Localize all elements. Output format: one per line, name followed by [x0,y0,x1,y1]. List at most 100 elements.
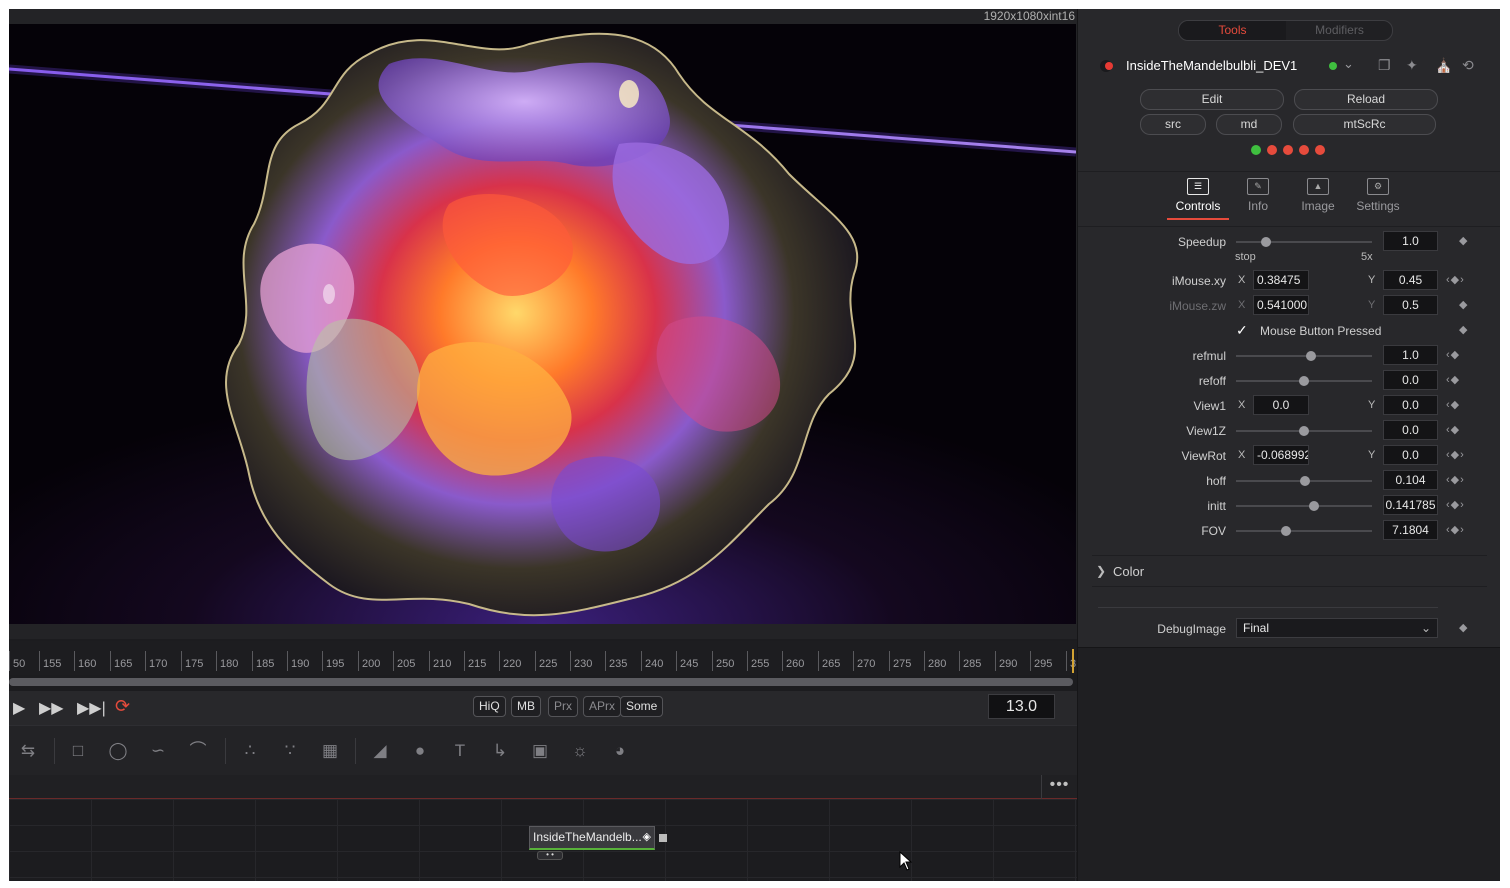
node-editor[interactable]: InsideTheMandelb... ◈ • • [9,799,1077,881]
chevron-right-icon[interactable]: ❯ [1096,564,1106,578]
play-icon[interactable]: ▶ [13,698,25,718]
mouse-button-checkbox[interactable]: ✓ [1236,323,1250,337]
tab-tools[interactable]: Tools [1179,21,1286,40]
src-button[interactable]: src [1140,114,1206,135]
fov-knob[interactable] [1281,526,1292,536]
edit-button[interactable]: Edit [1140,89,1284,110]
keyframe-nav-icon[interactable]: ‹◆› [1446,473,1465,486]
imouse-y-field[interactable]: 0.45 [1383,270,1438,290]
tool-color-indicator[interactable] [1329,62,1337,70]
node-input-port[interactable]: • • [537,851,563,860]
imouse-z-field[interactable]: 0.541000 [1253,295,1309,315]
polygon-mask-icon[interactable]: ∽ [145,740,171,762]
fov-value[interactable]: 7.1804 [1383,520,1438,540]
md-button[interactable]: md [1216,114,1282,135]
tab-info[interactable]: ✎ Info [1228,178,1288,213]
renderer-3d-icon[interactable]: ◕ [607,740,633,762]
node-output-port[interactable] [659,834,667,842]
spot-light-icon[interactable]: ☼ [567,740,593,762]
camera-3d-icon[interactable]: ▣ [527,740,553,762]
keyframe-icon[interactable]: ◆ [1459,621,1468,634]
aprx-toggle[interactable]: APrx [583,696,622,717]
some-toggle[interactable]: Some [620,696,664,717]
view1-y-field[interactable]: 0.0 [1383,395,1438,415]
pin-icon[interactable]: ✦ [1406,57,1418,74]
tab-image[interactable]: ▲ Image [1288,178,1348,213]
node-insidethemandelbulb[interactable]: InsideTheMandelb... ◈ [529,826,655,850]
timeline-ruler[interactable]: 50 155 160 165 170 175 180 185 190 195 2… [9,641,1077,675]
keyframe-icon[interactable]: ◆ [1459,323,1468,336]
chevron-down-icon[interactable]: ⌄ [1343,56,1354,72]
refmul-value[interactable]: 1.0 [1383,345,1438,365]
mtscrc-button[interactable]: mtScRc [1293,114,1436,135]
merge-3d-icon[interactable]: ↳ [487,740,513,762]
bspline-mask-icon[interactable]: ⌒ [185,740,211,762]
keyframe-nav-icon[interactable]: ‹◆ [1446,348,1460,361]
view1z-value[interactable]: 0.0 [1383,420,1438,440]
more-options-icon[interactable]: ••• [1041,775,1077,799]
speedup-slider[interactable] [1236,237,1372,247]
keyframe-icon[interactable]: ◆ [1459,234,1468,247]
current-frame-field[interactable]: 13.0 [988,694,1055,719]
rectangle-mask-icon[interactable]: □ [65,740,91,762]
viewer-render-image[interactable] [9,24,1076,624]
mb-toggle[interactable]: MB [511,696,541,717]
speedup-knob[interactable] [1260,237,1271,247]
prx-toggle[interactable]: Prx [548,696,578,717]
hoff-slider[interactable] [1236,476,1372,486]
keyframe-nav-icon[interactable]: ‹◆ [1446,423,1460,436]
text-3d-icon[interactable]: T [447,740,473,762]
refmul-knob[interactable] [1305,351,1316,361]
particle-emitter-icon[interactable]: ∴ [237,740,263,762]
lock-icon[interactable]: ⛪ [1435,57,1452,74]
imouse-x-field[interactable]: 0.38475 [1253,270,1309,290]
tool-enable-toggle[interactable] [1100,60,1113,72]
hoff-knob[interactable] [1300,476,1311,486]
view1z-knob[interactable] [1299,426,1309,436]
image-plane-3d-icon[interactable]: ◢ [367,740,393,762]
keyframe-nav-icon[interactable]: ‹◆› [1446,523,1465,536]
particle-render-icon[interactable]: ∵ [277,740,303,762]
tab-modifiers[interactable]: Modifiers [1286,21,1393,40]
hoff-value[interactable]: 0.104 [1383,470,1438,490]
tab-controls[interactable]: ☰ Controls [1167,178,1229,220]
view1-x-field[interactable]: 0.0 [1253,395,1309,415]
color-section[interactable]: ❯ Color [1092,555,1487,587]
debugimage-select[interactable]: Final ⌄ [1236,618,1438,638]
keyframe-nav-icon[interactable]: ‹◆ [1446,398,1460,411]
particle-style-icon[interactable]: ▦ [317,740,343,762]
keyframe-nav-icon[interactable]: ‹◆› [1446,273,1465,286]
keyframe-nav-icon[interactable]: ‹◆ [1446,373,1460,386]
initt-knob[interactable] [1308,501,1319,511]
refoff-slider[interactable] [1236,376,1372,386]
refoff-value[interactable]: 0.0 [1383,370,1438,390]
viewer-panel[interactable]: 1920x1080xint16 [9,9,1077,639]
ruler-tick: 160 [74,651,96,671]
initt-slider[interactable] [1236,501,1372,511]
keyframe-icon[interactable]: ◆ [1459,298,1468,311]
tab-settings[interactable]: ⚙ Settings [1348,178,1408,213]
fast-forward-icon[interactable]: ▶▶ [39,698,64,718]
speedup-value[interactable]: 1.0 [1383,231,1438,251]
timeline-scrollbar[interactable] [9,678,1073,686]
skip-to-end-icon[interactable]: ▶▶| [77,698,106,718]
viewrot-y-field[interactable]: 0.0 [1383,445,1438,465]
reload-button[interactable]: Reload [1294,89,1438,110]
transform-tool-icon[interactable]: ⇆ [15,740,41,762]
playhead[interactable] [1072,649,1074,673]
version-icon[interactable]: ❐ [1378,57,1391,74]
shape-3d-icon[interactable]: ● [407,740,433,762]
imouse-w-field[interactable]: 0.5 [1383,295,1438,315]
reset-icon[interactable]: ⟲ [1462,57,1474,74]
refoff-knob[interactable] [1299,376,1309,386]
loop-icon[interactable]: ⟳ [115,696,130,717]
view1z-slider[interactable] [1236,426,1372,436]
keyframe-nav-icon[interactable]: ‹◆› [1446,448,1465,461]
keyframe-nav-icon[interactable]: ‹◆› [1446,498,1465,511]
ellipse-mask-icon[interactable]: ◯ [105,740,131,762]
initt-value[interactable]: 0.141785 [1383,495,1438,515]
viewrot-x-field[interactable]: -0.068992 [1253,445,1309,465]
refmul-slider[interactable] [1236,351,1372,361]
hiq-toggle[interactable]: HiQ [473,696,506,717]
fov-slider[interactable] [1236,526,1372,536]
